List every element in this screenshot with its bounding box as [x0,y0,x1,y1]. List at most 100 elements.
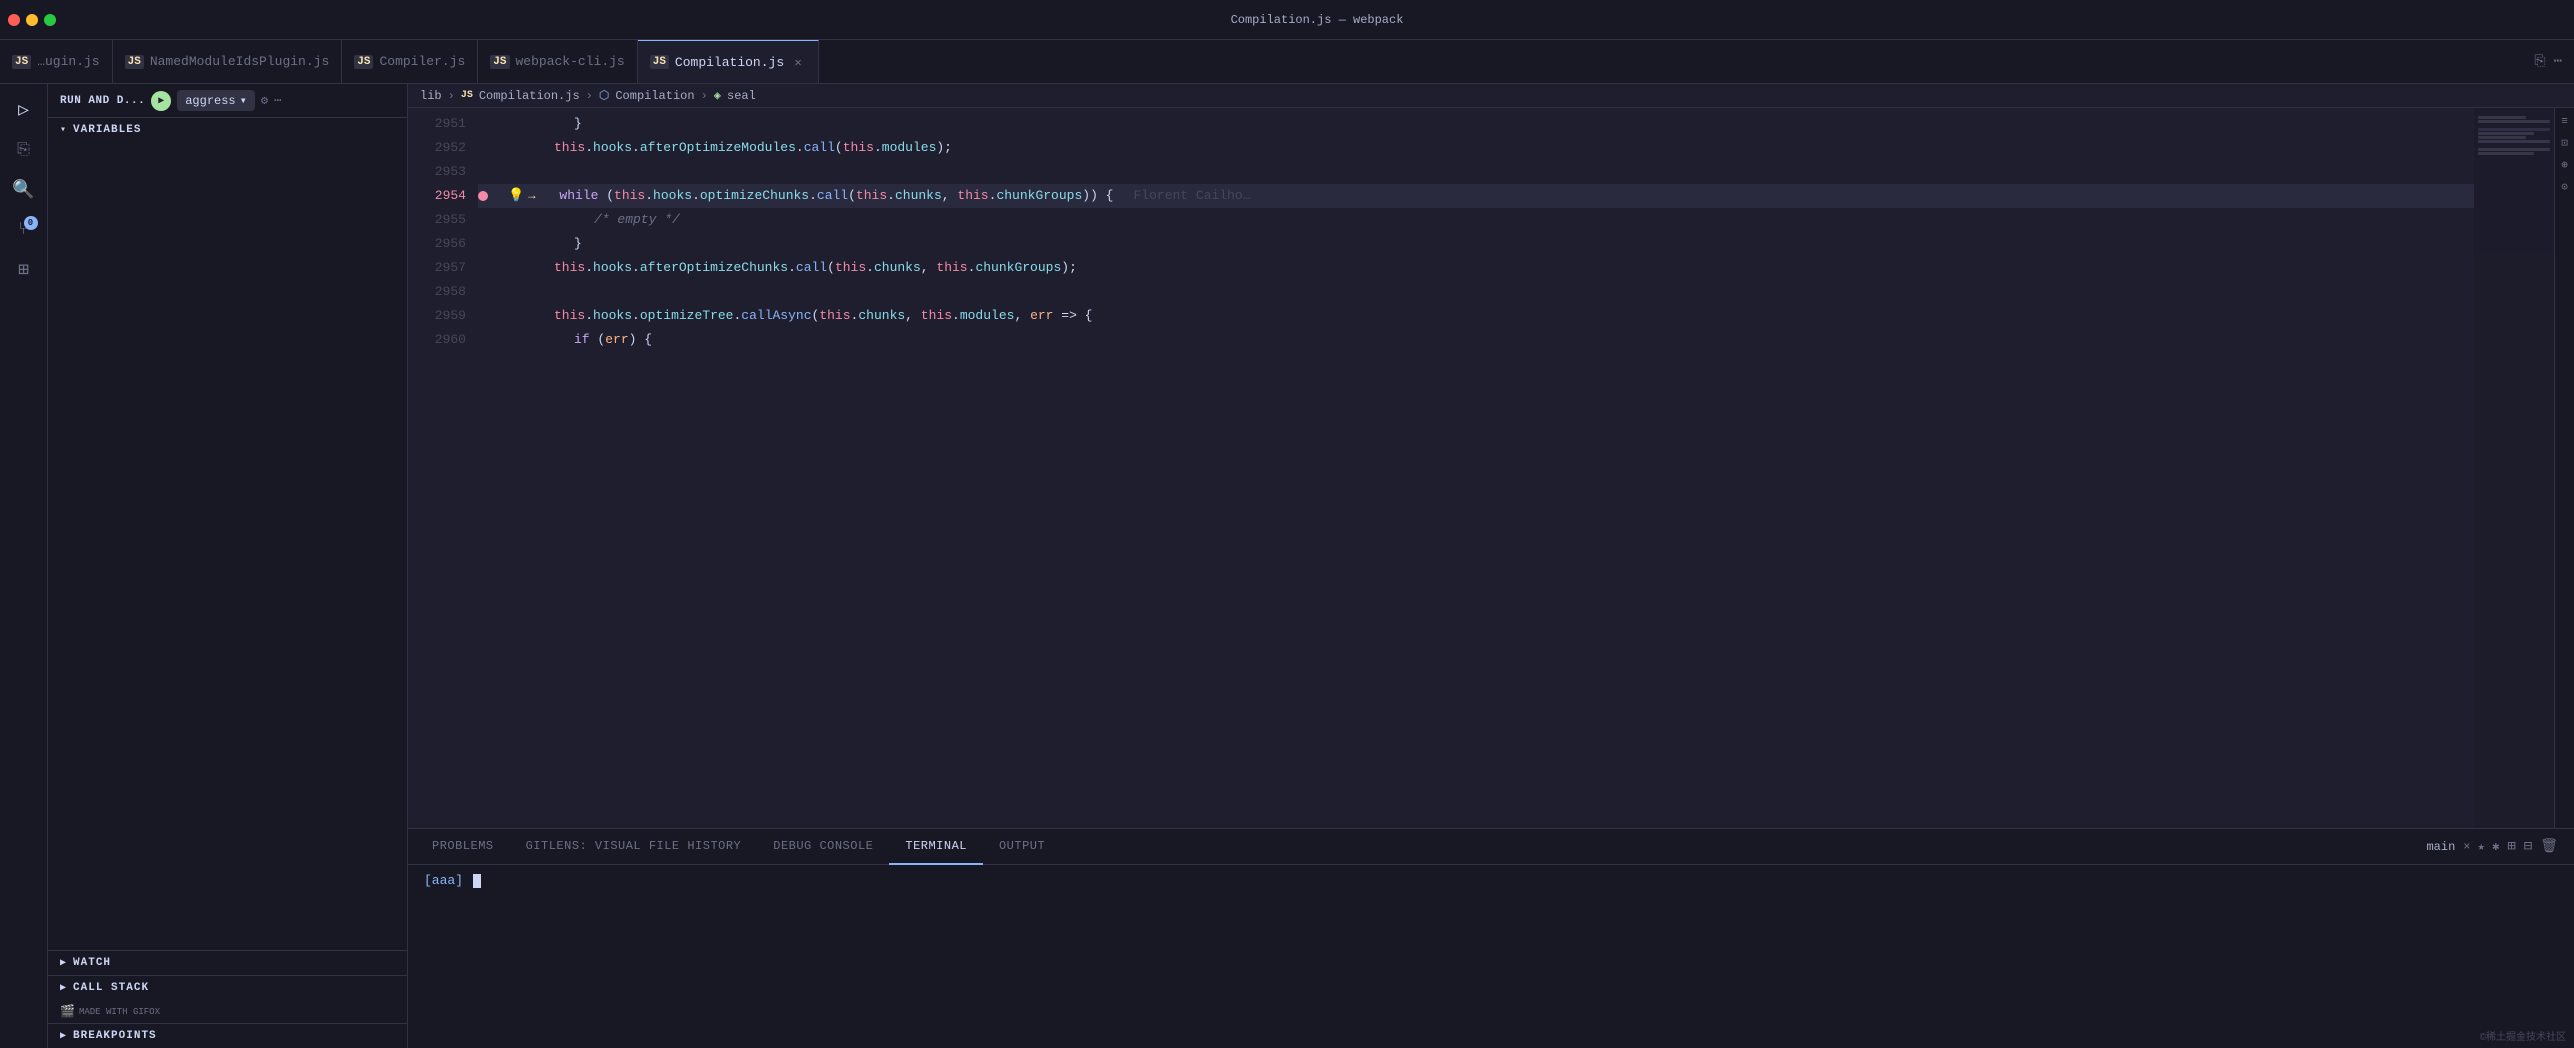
window-title: Compilation.js — webpack [68,13,2566,27]
gifox-badge: 🎬 MADE WITH GIFOX [48,1000,407,1023]
variables-section: ▾ VARIABLES [48,118,407,950]
split-terminal-icon[interactable]: ⊟ [2524,838,2532,855]
callstack-header[interactable]: ▶ CALL STACK [48,976,407,1000]
code-line-2955: /* empty */ [478,208,2474,232]
minimize-button[interactable] [26,14,38,26]
settings-icon[interactable]: ⊕ [2561,158,2568,172]
tab-bar: JS …ugin.js JS NamedModuleIdsPlugin.js J… [0,40,2574,84]
branch-name: main [2426,840,2455,854]
code-line-2951: } [478,112,2474,136]
callstack-title: CALL STACK [73,982,149,994]
title-bar: Compilation.js — webpack [0,0,2574,40]
line-num-2960: 2960 [408,328,466,352]
tab-label: NamedModuleIdsPlugin.js [150,54,329,69]
tab-named-module[interactable]: JS NamedModuleIdsPlugin.js [113,40,343,84]
run-debug-title: RUN AND D... [60,95,145,107]
terminal-panel: PROBLEMS GITLENS: VISUAL FILE HISTORY DE… [408,828,2574,1048]
run-config-selector[interactable]: aggress ▾ [177,90,255,111]
terminal-content[interactable]: [aaa] ©稀土掘金技术社区 [408,865,2574,1048]
code-line-2954: 💡 → while (this.hooks.optimizeChunks.cal… [478,184,2474,208]
tab-webpack-cli[interactable]: JS webpack-cli.js [478,40,637,84]
breadcrumb-lib[interactable]: lib [420,89,442,103]
tab-gitlens[interactable]: GITLENS: VISUAL FILE HISTORY [510,829,758,865]
js-icon: JS [125,55,144,69]
tab-plugin-js[interactable]: JS …ugin.js [0,40,113,84]
tab-label: Compilation.js [675,55,784,70]
tab-compiler[interactable]: JS Compiler.js [342,40,478,84]
tab-label: Compiler.js [379,54,465,69]
new-terminal-icon[interactable]: ⊞ [2507,838,2515,855]
go-to-line-icon[interactable]: ⊡ [2561,136,2568,150]
tab-terminal[interactable]: TERMINAL [889,829,983,865]
code-line-2959: this.hooks.optimizeTree.callAsync(this.c… [478,304,2474,328]
main-layout: ▷ ⎘ 🔍 ⑂ 0 ⊞ RUN AND D... ▶ aggress ▾ ⚙ ⋯… [0,84,2574,1048]
close-button[interactable] [8,14,20,26]
watch-header[interactable]: ▶ WATCH [48,951,407,975]
right-sidebar: ≡ ⊡ ⊕ ⊙ [2554,108,2574,828]
play-button[interactable]: ▶ [151,91,171,111]
line-num-2953: 2953 [408,160,466,184]
code-line-2956: } [478,232,2474,256]
config-name: aggress [185,94,235,108]
code-content[interactable]: } this.hooks.afterOptimizeModules.call(t… [478,108,2474,828]
breadcrumb-compilation-icon: ⬡ [599,88,609,103]
activity-icon-source-control[interactable]: ⑂ 0 [6,212,42,248]
breadcrumb-compilation[interactable]: Compilation [615,89,694,103]
activity-icon-extensions[interactable]: ⊞ [6,252,42,288]
js-icon: JS [490,55,509,69]
split-editor-icon[interactable]: ⎘ [2534,54,2545,70]
code-editor: 2951 2952 2953 2954 2955 2956 2957 2958 … [408,108,2574,828]
breadcrumb-seal[interactable]: seal [727,89,756,103]
tab-compilation[interactable]: JS Compilation.js ✕ [638,40,819,84]
js-icon: JS [12,55,31,69]
breakpoints-section: ▶ BREAKPOINTS [48,1023,407,1048]
line-numbers: 2951 2952 2953 2954 2955 2956 2957 2958 … [408,108,478,828]
code-line-2958 [478,280,2474,304]
more-icon[interactable]: ⋯ [274,93,281,108]
code-line-2952: this.hooks.afterOptimizeModules.call(thi… [478,136,2474,160]
gifox-icon: 🎬 [60,1004,75,1019]
trash-icon[interactable]: 🗑 [2540,838,2558,855]
tab-close-icon[interactable]: ✕ [790,54,806,70]
code-line-2960: if (err) { [478,328,2474,352]
variables-header[interactable]: ▾ VARIABLES [48,118,407,142]
code-line-2957: this.hooks.afterOptimizeChunks.call(this… [478,256,2474,280]
chevron-right-icon: ▶ [60,1030,67,1042]
code-line-2953 [478,160,2474,184]
outline-icon[interactable]: ≡ [2561,116,2568,128]
line-num-2952: 2952 [408,136,466,160]
variables-title: VARIABLES [73,124,141,136]
more-options-icon[interactable]: ⋯ [2554,53,2562,70]
breakpoints-header[interactable]: ▶ BREAKPOINTS [48,1024,407,1048]
breadcrumb-sep: › [586,89,593,103]
activity-icon-search[interactable]: 🔍 [6,172,42,208]
line-num-2956: 2956 [408,232,466,256]
debug-arrow-icon: → [528,184,535,208]
activity-icon-files[interactable]: ⎘ [6,132,42,168]
line-num-2954: 2954 [408,184,466,208]
line-num-2951: 2951 [408,112,466,136]
breadcrumb-compilation-js[interactable]: Compilation.js [479,89,580,103]
traffic-lights [8,14,56,26]
activity-icon-run-debug[interactable]: ▷ [6,92,42,128]
watch-title: WATCH [73,957,111,969]
breadcrumb: lib › JS Compilation.js › ⬡ Compilation … [408,84,2574,108]
tab-debug-console[interactable]: DEBUG CONSOLE [757,829,889,865]
tab-problems[interactable]: PROBLEMS [416,829,510,865]
editor-area: lib › JS Compilation.js › ⬡ Compilation … [408,84,2574,1048]
ghost-text: Florent Cailho… [1133,184,1250,208]
terminal-markers: × ★ ✱ [2463,839,2499,854]
callstack-section: ▶ CALL STACK 🎬 MADE WITH GIFOX [48,975,407,1023]
lightbulb-icon[interactable]: 💡 [508,184,524,208]
maximize-button[interactable] [44,14,56,26]
minimap [2474,108,2554,828]
collapse-icon[interactable]: ⊙ [2561,180,2568,194]
line-num-2957: 2957 [408,256,466,280]
tab-output[interactable]: OUTPUT [983,829,1061,865]
gear-icon[interactable]: ⚙ [261,93,268,108]
chevron-right-icon: ▶ [60,982,67,994]
gifox-label: MADE WITH GIFOX [79,1007,160,1017]
terminal-prompt-text: [aaa] [424,873,463,888]
debug-sidebar: RUN AND D... ▶ aggress ▾ ⚙ ⋯ ▾ VARIABLES… [48,84,408,1048]
line-num-2958: 2958 [408,280,466,304]
